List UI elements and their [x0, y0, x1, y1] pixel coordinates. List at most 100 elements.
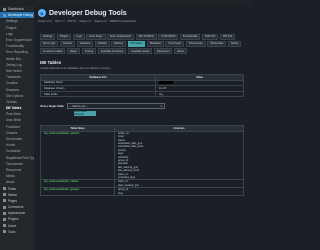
panel-title: DB Tables — [40, 59, 62, 65]
sidebar-item-label: Comments — [8, 205, 24, 210]
view-table-records-button[interactable]: View Table Records — [74, 110, 96, 116]
table-name-link[interactable]: wp_actionscheduler_groups — [40, 187, 115, 197]
version-meta: Version 2.0.3 WP 6.7.x PHP 8.2 Plugin v1.4 S… — [38, 20, 246, 23]
menu-icon — [3, 230, 6, 234]
version-meta-item: Version 2.0.3 — [38, 20, 52, 23]
tab-metadata[interactable]: Metadata — [146, 41, 164, 47]
tab-available-functions[interactable]: Available Functions — [97, 48, 127, 54]
table-columns: action_id hook status scheduled_date_gmt sch… — [114, 130, 244, 181]
table-name-link[interactable]: wp_actionscheduler_claims — [40, 179, 115, 189]
sidebar-item-label: Transients — [6, 75, 21, 80]
tab-globals[interactable]: Globals — [94, 41, 110, 47]
column-name: date_created_gmt — [118, 183, 139, 187]
menu-icon — [3, 199, 6, 203]
menu-icon — [3, 217, 6, 221]
tab-hooks[interactable]: Hooks — [227, 41, 242, 47]
panel-description: A quick reference of the database and yo… — [40, 66, 111, 70]
sidebar-item-label: DB Tables — [6, 106, 22, 111]
table-select[interactable]: -- Select one -- ▾ — [66, 103, 165, 109]
tab-about[interactable]: About — [174, 48, 187, 54]
sidebar-item-label: Error Suppression — [6, 38, 32, 43]
tab-post-types[interactable]: Post Types — [165, 41, 185, 47]
sidebar-item-label: Plugins — [8, 217, 19, 222]
tab-error-supp[interactable]: Error Supp. — [86, 34, 106, 40]
single-table-row: View a Single Table -- Select one -- ▾ — [40, 103, 250, 109]
sidebar-item-label: Developer Debug Tools — [8, 13, 34, 18]
table-row: wp_actionscheduler_actions action_id hook s… — [40, 130, 244, 181]
table-name-link[interactable]: wp_actionscheduler_actions — [40, 130, 115, 181]
tab-php-info[interactable]: PHP Info — [202, 34, 219, 40]
tab-regex[interactable]: Regex — [66, 48, 81, 54]
redacted-value — [159, 81, 174, 84]
tab-functions-called[interactable]: Functions Called — [40, 48, 66, 54]
tab-plugins[interactable]: Plugins — [56, 34, 72, 40]
sidebar-item-label: Tools — [8, 229, 16, 234]
menu-icon — [3, 205, 6, 209]
sidebar-item-label: Functions — [6, 124, 20, 129]
tab-taxonomies[interactable]: Taxonomies — [185, 41, 206, 47]
sidebar-item-label: Posts — [8, 186, 16, 191]
tab-db-tables[interactable]: DB Tables — [127, 41, 146, 47]
table-row: wp_actionscheduler_groups group_id slug — [40, 187, 244, 197]
menu-icon — [3, 193, 6, 197]
version-meta-item: Plugin v1.4 — [79, 20, 92, 23]
sidebar-item-label: Media — [6, 174, 15, 179]
tab-htaccess[interactable]: HTACCESS — [158, 34, 179, 40]
sidebar-item-label: Globals — [6, 99, 17, 104]
sidebar-item-label: Constants — [6, 149, 21, 154]
tab-testing[interactable]: Testing — [82, 48, 97, 54]
table-columns: group_id slug — [114, 187, 244, 197]
sidebar-item-label: About — [6, 180, 15, 185]
table-select-value: -- Select one -- — [69, 104, 88, 108]
main-content: D Developer Debug Tools Version 2.0.3 WP … — [34, 6, 250, 250]
tab-available-hooks[interactable]: Available Hooks — [127, 48, 153, 54]
info-key: Table Prefix — [39, 90, 157, 98]
tab-logs[interactable]: Logs — [73, 34, 85, 40]
chevron-down-icon: ▾ — [160, 104, 162, 108]
sidebar-item-tools[interactable]: Tools — [0, 229, 34, 235]
sidebar-item-label: Cookies — [6, 81, 18, 86]
sidebar-item-label: Dashboard — [8, 7, 24, 12]
sidebar-item-label: Resources — [6, 167, 22, 172]
tab-settings[interactable]: Settings — [40, 34, 56, 40]
table-columns: claim_id date_created_gmt — [114, 179, 244, 189]
tab-shortcodes[interactable]: Shortcodes — [207, 41, 227, 47]
sidebar-item-label: Registered Post Types — [6, 155, 34, 160]
page-title: Developer Debug Tools — [49, 9, 127, 17]
tab-functionality[interactable]: Functionality — [179, 34, 201, 40]
tab-cookies[interactable]: Cookies — [59, 41, 76, 47]
sidebar-item-label: Settings — [6, 19, 18, 24]
menu-icon — [3, 13, 6, 17]
tab-error-suppression[interactable]: Error Suppression — [107, 34, 135, 40]
sidebar-item-label: Debug Log — [6, 62, 22, 67]
sidebar-item-label: Sessions — [6, 87, 19, 92]
tab-wp-config[interactable]: WP-CONFIG — [135, 34, 157, 40]
database-info-table: Database Info Value Database Name Databa… — [39, 74, 244, 98]
sidebar-item-label: User Meta — [6, 118, 21, 123]
menu-icon — [3, 224, 6, 228]
menu-icon — [3, 7, 6, 11]
column-name: slug — [118, 191, 123, 195]
sidebar-item-label: Plugins — [6, 25, 17, 30]
sidebar-item-label: Logs — [6, 31, 13, 36]
single-table-label: View a Single Table — [40, 104, 64, 108]
version-meta-item: ABSPATH /var/www/html — [109, 20, 137, 23]
tab-wp-info[interactable]: WP Info — [220, 34, 236, 40]
sidebar-item-label: Pages — [8, 198, 18, 203]
tab-defines[interactable]: Defines — [111, 41, 126, 47]
sidebar-item-label: Site Health — [6, 68, 22, 73]
sidebar-item-label: Hooks — [6, 143, 16, 148]
sidebar-item-label: Media — [8, 192, 17, 197]
sidebar-item-label: Site Options — [6, 93, 24, 98]
tab-error-logs[interactable]: Error Logs — [40, 41, 59, 47]
tab-resources[interactable]: Resources — [154, 48, 173, 54]
tab-sessions[interactable]: Sessions — [76, 41, 94, 47]
sidebar-item-label: Post Meta — [6, 112, 21, 117]
version-meta-item: PHP 8.2 — [67, 20, 77, 23]
db-tables-list: Table Name Columns wp_actionscheduler_ac… — [40, 124, 244, 197]
column-name: extended_args — [118, 176, 136, 180]
table-row: Table Prefix wp_ — [39, 90, 244, 98]
admin-sidebar: DashboardDeveloper Debug ToolsSettingsPl… — [0, 6, 34, 250]
menu-icon — [3, 211, 6, 215]
sidebar-item-label: Taxonomies — [6, 161, 24, 166]
